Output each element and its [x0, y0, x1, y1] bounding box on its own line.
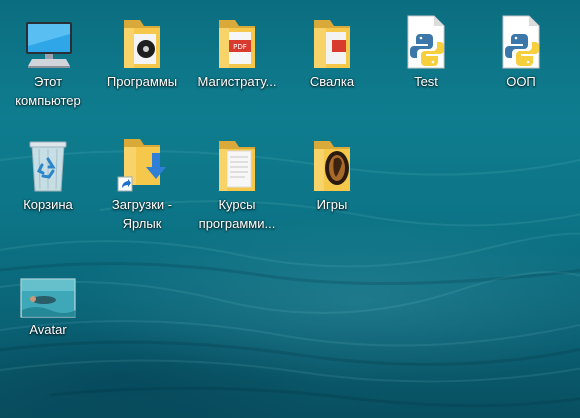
- folder-icon: [300, 131, 364, 193]
- python-file-icon: [489, 8, 553, 70]
- desktop-icon-downloads-shortcut[interactable]: Загрузки - Ярлык: [94, 131, 190, 233]
- desktop-icon-label: ООП: [506, 74, 536, 89]
- desktop-icon-label: Корзина: [23, 197, 73, 212]
- image-file-icon: [16, 256, 80, 318]
- desktop-icon-avatar[interactable]: Avatar: [0, 256, 96, 339]
- folder-icon: [205, 131, 269, 193]
- recycle-bin-icon: [16, 131, 80, 193]
- folder-icon: [110, 8, 174, 70]
- desktop-icon-label: Свалка: [309, 74, 355, 89]
- desktop-icon-this-pc[interactable]: Этот компьютер: [0, 8, 96, 110]
- desktop-icon-games[interactable]: Игры: [284, 131, 380, 214]
- desktop-icon-label: Программы: [106, 74, 178, 89]
- desktop-icon-label: Этот компьютер: [15, 74, 81, 108]
- desktop-icon-recycle-bin[interactable]: Корзина: [0, 131, 96, 214]
- folder-icon: PDF: [205, 8, 269, 70]
- downloads-shortcut-icon: [110, 131, 174, 193]
- desktop-icon-programs[interactable]: Программы: [94, 8, 190, 91]
- svg-text:PDF: PDF: [233, 43, 247, 51]
- desktop-icon-label: Курсы программи...: [198, 197, 276, 231]
- desktop-icon-oop[interactable]: ООП: [473, 8, 569, 91]
- desktop-icon-masters[interactable]: PDF Магистрату...: [189, 8, 285, 91]
- desktop-icon-test[interactable]: Test: [378, 8, 474, 91]
- desktop-icon-label: Игры: [316, 197, 348, 212]
- desktop-icon-label: Магистрату...: [197, 74, 277, 89]
- desktop-icon-label: Avatar: [29, 322, 67, 337]
- desktop-icon-courses[interactable]: Курсы программи...: [189, 131, 285, 233]
- python-file-icon: [394, 8, 458, 70]
- desktop-icon-label: Test: [414, 74, 438, 89]
- desktop-icon-svalka[interactable]: Свалка: [284, 8, 380, 91]
- this-pc-icon: [16, 8, 80, 70]
- folder-icon: [300, 8, 364, 70]
- desktop-icon-label: Загрузки - Ярлык: [111, 197, 173, 231]
